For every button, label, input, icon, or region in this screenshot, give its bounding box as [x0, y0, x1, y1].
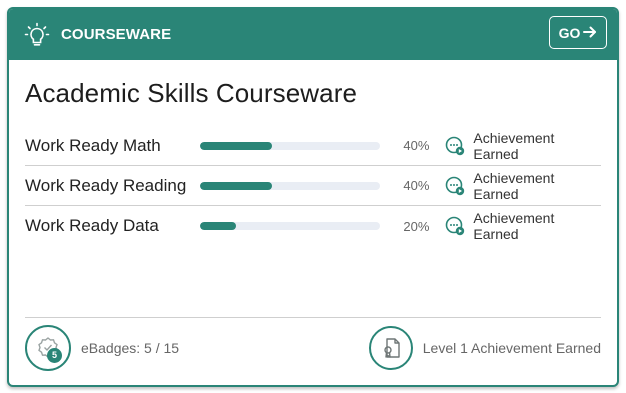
course-list: Work Ready Math 40% Achievement Earned W	[25, 126, 601, 246]
level-summary[interactable]: Level 1 Achievement Earned	[368, 324, 601, 371]
progress-fill	[199, 141, 272, 150]
course-name: Work Ready Data	[25, 216, 159, 235]
progress-percent: 40%	[403, 178, 430, 193]
achievement-icon	[445, 136, 465, 156]
page-title: Academic Skills Courseware	[25, 78, 358, 108]
go-button[interactable]: GO	[549, 16, 607, 49]
go-button-label: GO	[558, 24, 581, 41]
lightbulb-icon	[23, 21, 51, 49]
course-name: Work Ready Reading	[25, 175, 187, 195]
course-row-data[interactable]: Work Ready Data 20% Achievement Earned	[25, 206, 601, 246]
courseware-card: COURSEWARE GO Academic Skills Courseware…	[7, 7, 619, 387]
ebadges-summary[interactable]: 5 eBadges: 5 / 15	[25, 324, 179, 371]
badge-icon: 5	[25, 324, 71, 371]
card-header: COURSEWARE GO	[9, 9, 617, 60]
achievement-label: Achievement Earned	[473, 210, 555, 242]
course-row-math[interactable]: Work Ready Math 40% Achievement Earned	[25, 126, 601, 166]
course-name: Work Ready Math	[25, 135, 161, 155]
arrow-right-icon	[583, 25, 597, 41]
level-label: Level 1 Achievement Earned	[422, 339, 601, 356]
card-footer: 5 eBadges: 5 / 15 Level 1 Achievement Ea…	[25, 317, 601, 371]
achievement-label: Achievement Earned	[473, 169, 555, 202]
level-certificate-icon	[368, 325, 413, 370]
progress-bar	[199, 181, 381, 190]
progress-percent: 40%	[403, 138, 430, 153]
achievement-label: Achievement Earned	[473, 129, 555, 162]
progress-bar	[199, 222, 381, 230]
ebadge-count: 5	[47, 347, 62, 363]
progress-fill	[199, 222, 236, 230]
card-body: Academic Skills Courseware Work Ready Ma…	[9, 78, 617, 246]
card-title: COURSEWARE	[61, 26, 172, 43]
achievement-icon	[445, 176, 465, 196]
progress-percent: 20%	[403, 218, 430, 234]
progress-fill	[199, 181, 272, 190]
ebadges-label: eBadges: 5 / 15	[81, 339, 180, 356]
progress-bar	[199, 141, 381, 150]
achievement-icon	[445, 216, 465, 236]
course-row-reading[interactable]: Work Ready Reading 40% Achievement Earne…	[25, 166, 601, 206]
